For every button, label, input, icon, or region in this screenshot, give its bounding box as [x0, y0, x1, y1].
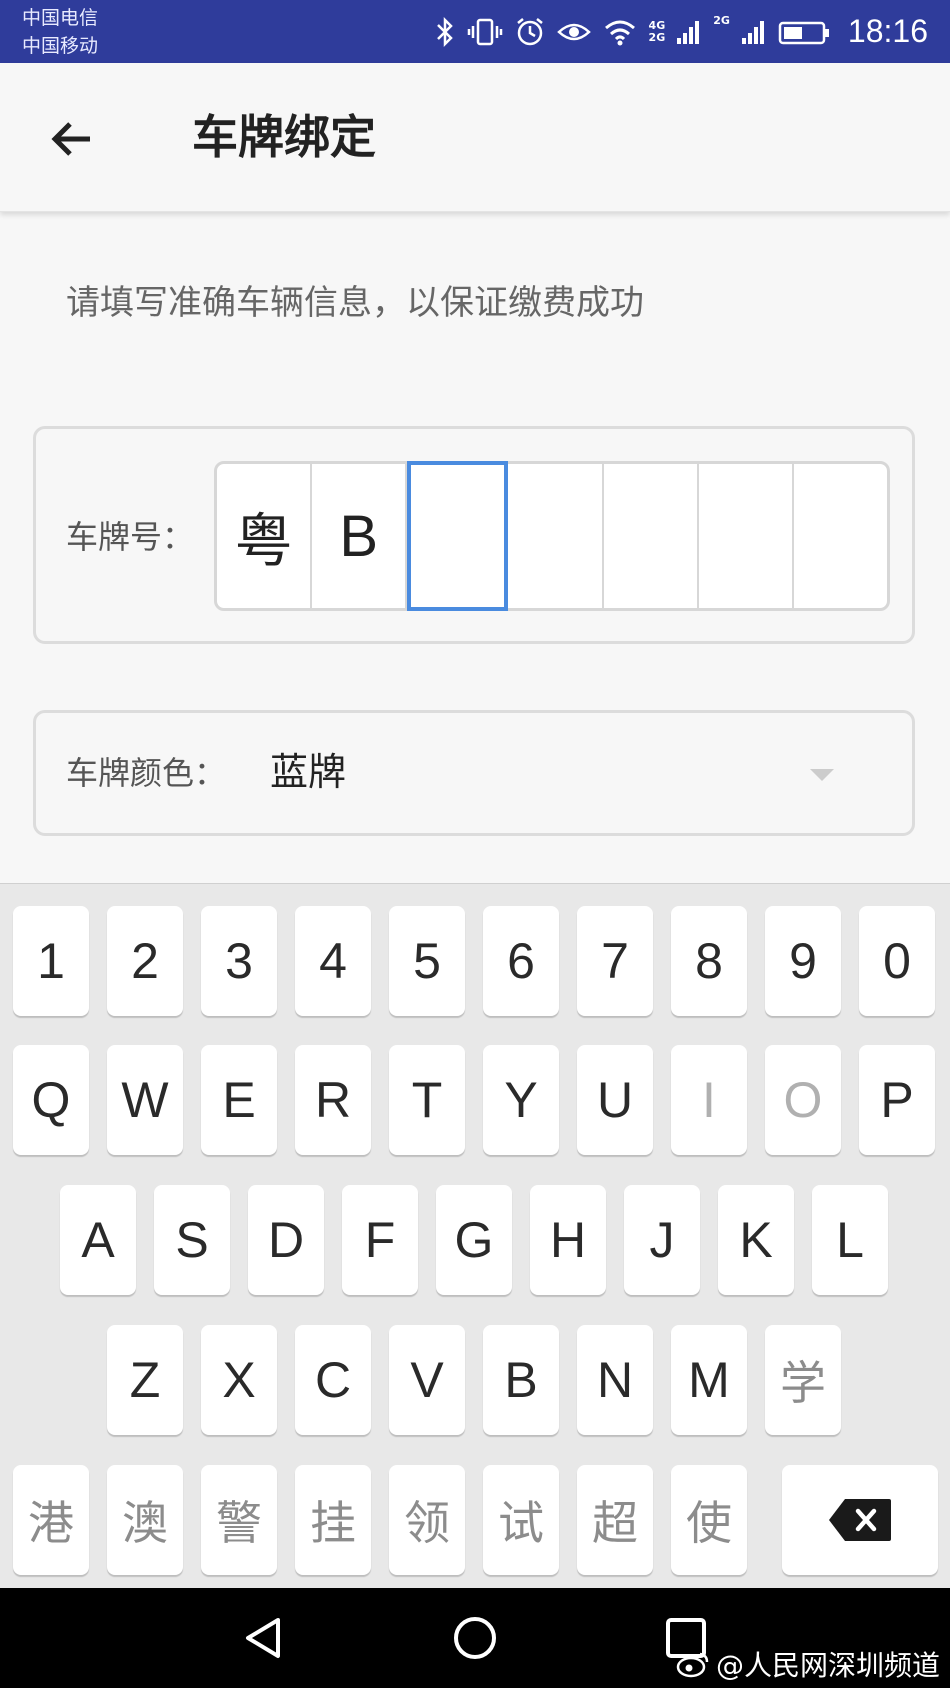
key-4[interactable]: 4: [295, 906, 371, 1016]
key-8[interactable]: 8: [671, 906, 747, 1016]
key-gang[interactable]: 港: [13, 1465, 89, 1575]
key-n[interactable]: N: [577, 1325, 653, 1435]
hint-text: 请填写准确车辆信息，以保证缴费成功: [66, 283, 644, 323]
watermark-text: @人民网深圳频道: [715, 1649, 940, 1682]
plate-cell-2[interactable]: B: [312, 464, 408, 608]
key-i-disabled: I: [671, 1045, 747, 1155]
key-y[interactable]: Y: [483, 1045, 559, 1155]
key-shi2[interactable]: 使: [671, 1465, 747, 1575]
nav-back-button[interactable]: [232, 1606, 296, 1670]
key-chao[interactable]: 超: [577, 1465, 653, 1575]
plate-cell-6[interactable]: [699, 464, 794, 608]
eye-icon: [556, 23, 591, 40]
signal-icon: [741, 20, 764, 44]
plate-color-value: 蓝牌: [270, 750, 347, 794]
chevron-down-icon: [810, 769, 834, 781]
key-z[interactable]: Z: [107, 1325, 183, 1435]
network-type-1: 4G 2G: [648, 18, 666, 44]
plate-color-label: 车牌颜色：: [66, 754, 227, 792]
plate-number-card: 车牌号： 粤 B: [33, 426, 915, 644]
key-xue[interactable]: 学: [765, 1325, 841, 1435]
carrier-2: 中国移动: [22, 35, 99, 57]
key-a[interactable]: A: [60, 1185, 136, 1295]
plate-cell-2-text: B: [339, 503, 379, 569]
alarm-icon: [516, 17, 543, 45]
key-v[interactable]: V: [389, 1325, 465, 1435]
key-j[interactable]: J: [624, 1185, 700, 1295]
key-0[interactable]: 0: [859, 906, 935, 1016]
plate-keyboard: 1 2 3 4 5 6 7 8 9 0 Q W E R T Y U I O P …: [0, 883, 950, 1589]
vibrate-icon: [467, 18, 502, 45]
page-title: 车牌绑定: [192, 110, 376, 164]
key-f[interactable]: F: [342, 1185, 418, 1295]
home-circle-icon: [454, 1617, 496, 1659]
nav-home-button[interactable]: [443, 1606, 507, 1670]
backspace-icon: [829, 1499, 891, 1541]
plate-cell-7[interactable]: [794, 464, 887, 608]
nav-bar: @人民网深圳频道: [0, 1588, 950, 1688]
key-2[interactable]: 2: [107, 906, 183, 1016]
wifi-icon: [604, 20, 635, 45]
plate-color-select[interactable]: 车牌颜色： 蓝牌: [33, 710, 915, 836]
key-ao[interactable]: 澳: [107, 1465, 183, 1575]
status-icons: 4G 2G 2G 18:16: [435, 0, 928, 63]
clock: 18:16: [847, 13, 928, 49]
key-u[interactable]: U: [577, 1045, 653, 1155]
plate-number-label: 车牌号：: [66, 518, 195, 556]
key-s[interactable]: S: [154, 1185, 230, 1295]
key-e[interactable]: E: [201, 1045, 277, 1155]
plate-cell-4[interactable]: [508, 464, 604, 608]
key-o-disabled: O: [765, 1045, 841, 1155]
signal-icon: [677, 20, 700, 44]
plate-cell-1-text: 粤: [234, 509, 293, 574]
battery-icon: [778, 21, 829, 44]
bluetooth-icon: [436, 16, 453, 47]
key-x[interactable]: X: [201, 1325, 277, 1435]
watermark: @人民网深圳频道: [676, 1644, 940, 1684]
back-triangle-icon: [246, 1618, 280, 1658]
key-l[interactable]: L: [812, 1185, 888, 1295]
key-6[interactable]: 6: [483, 906, 559, 1016]
weibo-icon: [676, 1652, 709, 1678]
key-g[interactable]: G: [436, 1185, 512, 1295]
plate-cell-1[interactable]: 粤: [217, 464, 313, 608]
key-w[interactable]: W: [107, 1045, 183, 1155]
key-7[interactable]: 7: [577, 906, 653, 1016]
plate-cell-3[interactable]: [407, 461, 509, 611]
key-5[interactable]: 5: [389, 906, 465, 1016]
key-3[interactable]: 3: [201, 906, 277, 1016]
key-r[interactable]: R: [295, 1045, 371, 1155]
key-k[interactable]: K: [718, 1185, 794, 1295]
plate-cell-5[interactable]: [604, 464, 699, 608]
key-shi[interactable]: 试: [483, 1465, 559, 1575]
key-d[interactable]: D: [248, 1185, 324, 1295]
key-q[interactable]: Q: [13, 1045, 89, 1155]
status-bar: 中国电信 中国移动 4G 2G 2G 18:16: [0, 0, 950, 63]
key-c[interactable]: C: [295, 1325, 371, 1435]
key-1[interactable]: 1: [13, 906, 89, 1016]
key-9[interactable]: 9: [765, 906, 841, 1016]
key-jing[interactable]: 警: [201, 1465, 277, 1575]
key-p[interactable]: P: [859, 1045, 935, 1155]
arrow-left-icon: [51, 122, 90, 156]
key-ling[interactable]: 领: [389, 1465, 465, 1575]
key-m[interactable]: M: [671, 1325, 747, 1435]
key-t[interactable]: T: [389, 1045, 465, 1155]
key-b[interactable]: B: [483, 1325, 559, 1435]
delete-key[interactable]: [782, 1465, 938, 1575]
carrier-1: 中国电信: [22, 7, 99, 29]
key-gua[interactable]: 挂: [295, 1465, 371, 1575]
key-h[interactable]: H: [530, 1185, 606, 1295]
network-type-2: 2G: [713, 14, 730, 27]
plate-number-input[interactable]: 粤 B: [214, 461, 890, 611]
back-button[interactable]: [36, 103, 108, 175]
app-bar: 车牌绑定: [0, 63, 950, 212]
